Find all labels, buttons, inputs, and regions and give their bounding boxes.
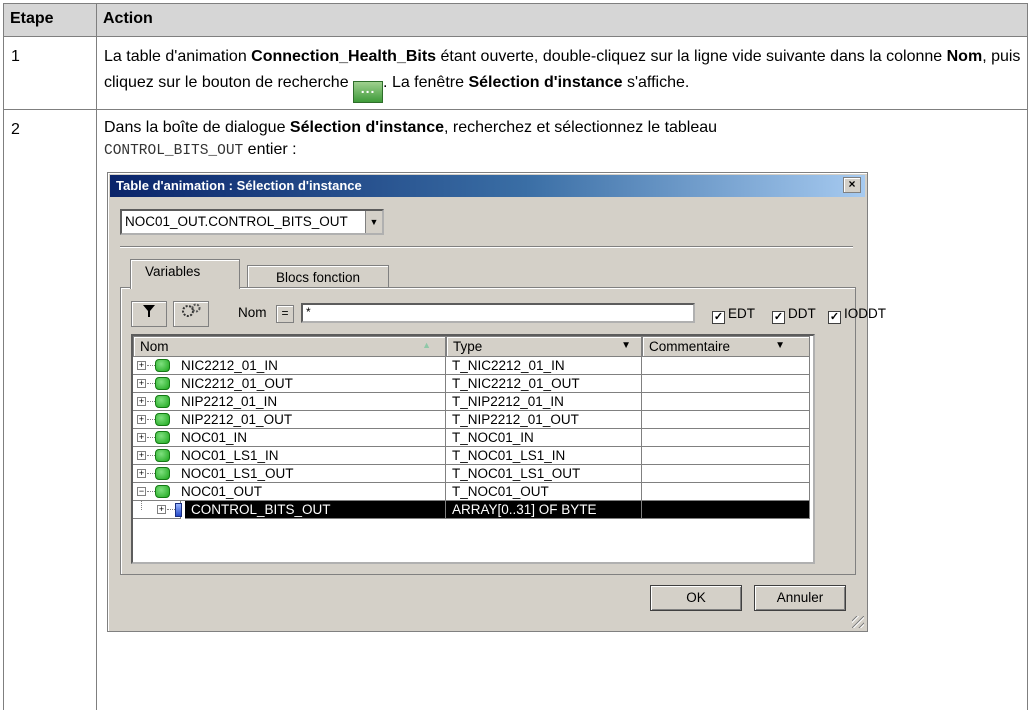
step-action-2: Dans la boîte de dialogue Sélection d'in… xyxy=(96,109,1028,710)
expand-icon[interactable]: + xyxy=(157,505,166,514)
dialog-name-ref: Sélection d'instance xyxy=(289,119,444,136)
name-filter-input[interactable]: * xyxy=(301,303,695,323)
table-row[interactable]: + NIP2212_01_OUT T_NIP2212_01_OUT xyxy=(133,411,813,429)
chevron-down-icon[interactable]: ▼ xyxy=(365,211,382,233)
ioddt-checkbox[interactable]: ✓ IODDT xyxy=(828,306,888,324)
table-row[interactable]: + NOC01_LS1_OUT T_NOC01_LS1_OUT xyxy=(133,465,813,483)
browse-button-icon: ... xyxy=(353,81,384,103)
cancel-button[interactable]: Annuler xyxy=(754,585,846,611)
step-action-1: La table d'animation Connection_Health_B… xyxy=(96,36,1028,110)
check-icon: ✓ xyxy=(712,311,725,324)
step-number-2: 2 xyxy=(3,109,97,710)
variable-icon xyxy=(155,377,170,390)
resize-grip-icon[interactable] xyxy=(852,616,864,628)
ok-button[interactable]: OK xyxy=(650,585,742,611)
col-header-comment[interactable]: Commentaire ▼ xyxy=(642,336,810,357)
variable-icon xyxy=(155,395,170,408)
variable-icon xyxy=(155,485,170,498)
array-icon xyxy=(175,503,182,517)
table-row[interactable]: + NOC01_LS1_IN T_NOC01_LS1_IN xyxy=(133,447,813,465)
header-step: Etape xyxy=(3,3,97,37)
check-icon: ✓ xyxy=(772,311,785,324)
collapse-icon[interactable]: − xyxy=(137,487,146,496)
table-row[interactable]: + NOC01_IN T_NOC01_IN xyxy=(133,429,813,447)
table-row-1: 1 La table d'animation Connection_Health… xyxy=(3,36,1028,110)
instance-combo[interactable]: NOC01_OUT.CONTROL_BITS_OUT ▼ xyxy=(120,209,384,235)
table-row[interactable]: + NIP2212_01_IN T_NIP2212_01_IN xyxy=(133,393,813,411)
instance-selection-dialog: Table d'animation : Sélection d'instance… xyxy=(107,172,886,632)
chevron-down-icon: ▼ xyxy=(621,340,631,351)
variable-icon xyxy=(155,431,170,444)
variable-icon xyxy=(155,449,170,462)
expand-icon[interactable]: + xyxy=(137,451,146,460)
expand-icon[interactable]: + xyxy=(137,397,146,406)
col-header-name[interactable]: Nom ▲ xyxy=(133,336,446,357)
grid-header: Nom ▲ Type ▼ Commentaire ▼ xyxy=(133,336,813,357)
variable-icon xyxy=(155,359,170,372)
close-icon[interactable]: × xyxy=(843,177,861,193)
expand-icon[interactable]: + xyxy=(137,379,146,388)
dialog-title: Table d'animation : Sélection d'instance xyxy=(116,178,362,193)
variable-icon xyxy=(155,413,170,426)
table-row-selected[interactable]: + CONTROL_BITS_OUT ARRAY[0..31] OF BYTE xyxy=(133,501,813,519)
dialog-titlebar[interactable]: Table d'animation : Sélection d'instance… xyxy=(110,175,865,197)
equals-button[interactable]: = xyxy=(276,305,294,323)
check-icon: ✓ xyxy=(828,311,841,324)
table-row[interactable]: − NOC01_OUT T_NOC01_OUT xyxy=(133,483,813,501)
gear-icon[interactable] xyxy=(173,301,209,327)
table-row[interactable]: + NIC2212_01_IN T_NIC2212_01_IN xyxy=(133,357,813,375)
col-header-type[interactable]: Type ▼ xyxy=(446,336,642,357)
variables-panel: Nom = * ✓ EDT ✓ DDT ✓ IODDT Nom ▲ Type ▼ Comm… xyxy=(120,287,886,575)
expand-icon[interactable]: + xyxy=(137,415,146,424)
window-name-ref: Sélection d'instance xyxy=(468,74,623,91)
ddt-checkbox[interactable]: ✓ DDT xyxy=(772,306,816,324)
separator xyxy=(120,246,853,248)
header-action: Action xyxy=(96,3,1028,37)
animation-table-name: Connection_Health_Bits xyxy=(251,48,437,65)
procedure-table: Etape Action 1 La table d'animation Conn… xyxy=(3,3,1028,710)
edt-checkbox[interactable]: ✓ EDT xyxy=(712,306,755,324)
sort-asc-icon: ▲ xyxy=(422,340,431,350)
filter-icon[interactable] xyxy=(131,301,167,327)
filter-name-label: Nom xyxy=(238,305,267,320)
combo-value: NOC01_OUT.CONTROL_BITS_OUT xyxy=(125,214,348,229)
table-row[interactable]: + NIC2212_01_OUT T_NIC2212_01_OUT xyxy=(133,375,813,393)
variable-icon xyxy=(155,467,170,480)
code-array-name: CONTROL_BITS_OUT xyxy=(104,143,244,159)
expand-icon[interactable]: + xyxy=(137,469,146,478)
expand-icon[interactable]: + xyxy=(137,433,146,442)
column-name-ref: Nom xyxy=(946,48,983,65)
expand-icon[interactable]: + xyxy=(137,361,146,370)
table-row-2: 2 Dans la boîte de dialogue Sélection d'… xyxy=(3,109,1028,710)
tab-variables[interactable]: Variables xyxy=(130,259,240,289)
variables-grid: Nom ▲ Type ▼ Commentaire ▼ + NIC2212_01_IN T… xyxy=(131,334,815,564)
table-header-row: Etape Action xyxy=(3,3,1028,37)
chevron-down-icon: ▼ xyxy=(775,340,785,351)
step-number-1: 1 xyxy=(3,36,97,110)
